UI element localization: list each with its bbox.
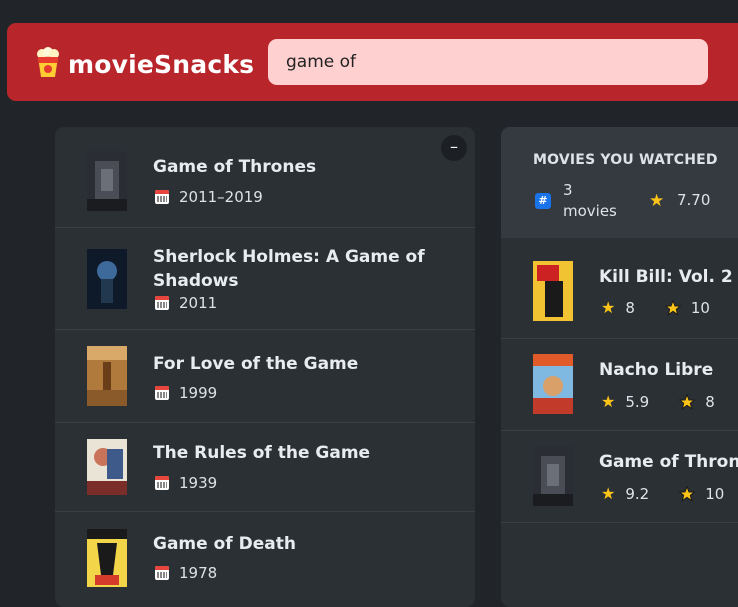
rating-row: ★ 8 10	[601, 298, 710, 317]
avg-imdb-rating: 7.70	[677, 191, 711, 209]
app-name: movieSnacks	[68, 49, 255, 79]
movie-title: Game of Thrones	[153, 157, 317, 177]
movie-title: Sherlock Holmes: A Game of Shadows	[153, 247, 425, 291]
rating-row: ★ 9.2 10	[601, 484, 724, 503]
user-rating: 10	[690, 298, 710, 317]
logo: movieSnacks	[34, 46, 254, 82]
movie-title: Game of Death	[153, 534, 296, 554]
watched-item[interactable]: Nacho Libre ★ 5.9 8	[501, 338, 738, 431]
movie-year: 1939	[179, 474, 218, 492]
movie-year: 2011–2019	[179, 188, 263, 206]
watched-count: 3 movies	[563, 181, 617, 220]
movie-title: For Love of the Game	[153, 354, 359, 374]
movie-title: Game of Thrones	[599, 452, 738, 472]
calendar-icon	[155, 296, 169, 310]
calendar-icon	[155, 386, 169, 400]
watched-box: MOVIES YOU WATCHED # 3 movies ★ 7.70 Kil…	[501, 127, 738, 607]
calendar-icon	[155, 566, 169, 580]
movie-poster	[87, 439, 127, 499]
popcorn-icon	[34, 46, 62, 82]
imdb-rating: 9.2	[625, 484, 650, 503]
movie-poster	[533, 354, 573, 414]
list-item[interactable]: Sherlock Holmes: A Game of Shadows 2011	[55, 228, 475, 330]
star-icon: ★	[601, 298, 616, 317]
star-icon: ★	[601, 484, 616, 503]
watched-item[interactable]: Kill Bill: Vol. 2 ★ 8 10	[501, 238, 738, 339]
movie-poster	[87, 249, 127, 309]
star-icon: ★	[649, 191, 665, 211]
list-item[interactable]: The Rules of the Game 1939	[55, 423, 475, 512]
imdb-rating: 5.9	[625, 392, 650, 411]
calendar-icon	[155, 190, 169, 204]
calendar-icon	[155, 476, 169, 490]
movie-title: Kill Bill: Vol. 2	[599, 267, 733, 287]
movie-poster	[533, 446, 573, 506]
hash-icon: #	[535, 193, 551, 209]
movie-year: 1999	[179, 384, 218, 402]
watched-summary: MOVIES YOU WATCHED # 3 movies ★ 7.70	[501, 127, 738, 238]
movie-year: 1978	[179, 564, 218, 582]
movie-year-row: 1978	[155, 564, 217, 582]
movie-year: 2011	[179, 294, 218, 312]
movie-poster	[87, 346, 127, 406]
rating-row: ★ 5.9 8	[601, 392, 715, 411]
movie-title: The Rules of the Game	[153, 443, 371, 463]
list-item[interactable]: Game of Thrones 2011–2019	[55, 127, 475, 228]
movie-poster	[533, 261, 573, 321]
movie-poster	[87, 529, 127, 589]
navbar: movieSnacks	[7, 23, 738, 101]
movie-year-row: 2011–2019	[155, 188, 263, 206]
movie-poster	[87, 151, 127, 211]
watched-heading: MOVIES YOU WATCHED	[533, 152, 718, 168]
movie-year-row: 1999	[155, 384, 217, 402]
imdb-rating: 8	[625, 298, 635, 317]
movie-year-row: 1939	[155, 474, 217, 492]
user-rating: 10	[705, 484, 725, 503]
search-results-box: – Game of Thrones 2011–2019 Sherlock Hol…	[55, 127, 475, 607]
user-star-icon	[679, 393, 696, 410]
user-star-icon	[664, 299, 681, 316]
movie-title: Nacho Libre	[599, 360, 714, 380]
user-rating: 8	[705, 392, 715, 411]
list-item[interactable]: Game of Death 1978	[55, 512, 475, 607]
movie-year-row: 2011	[155, 294, 217, 312]
user-star-icon	[679, 485, 696, 502]
watched-item[interactable]: Game of Thrones ★ 9.2 10	[501, 430, 738, 523]
list-item[interactable]: For Love of the Game 1999	[55, 330, 475, 423]
star-icon: ★	[601, 392, 616, 411]
search-input[interactable]	[268, 39, 708, 85]
search-results-list: Game of Thrones 2011–2019 Sherlock Holme…	[55, 127, 475, 607]
